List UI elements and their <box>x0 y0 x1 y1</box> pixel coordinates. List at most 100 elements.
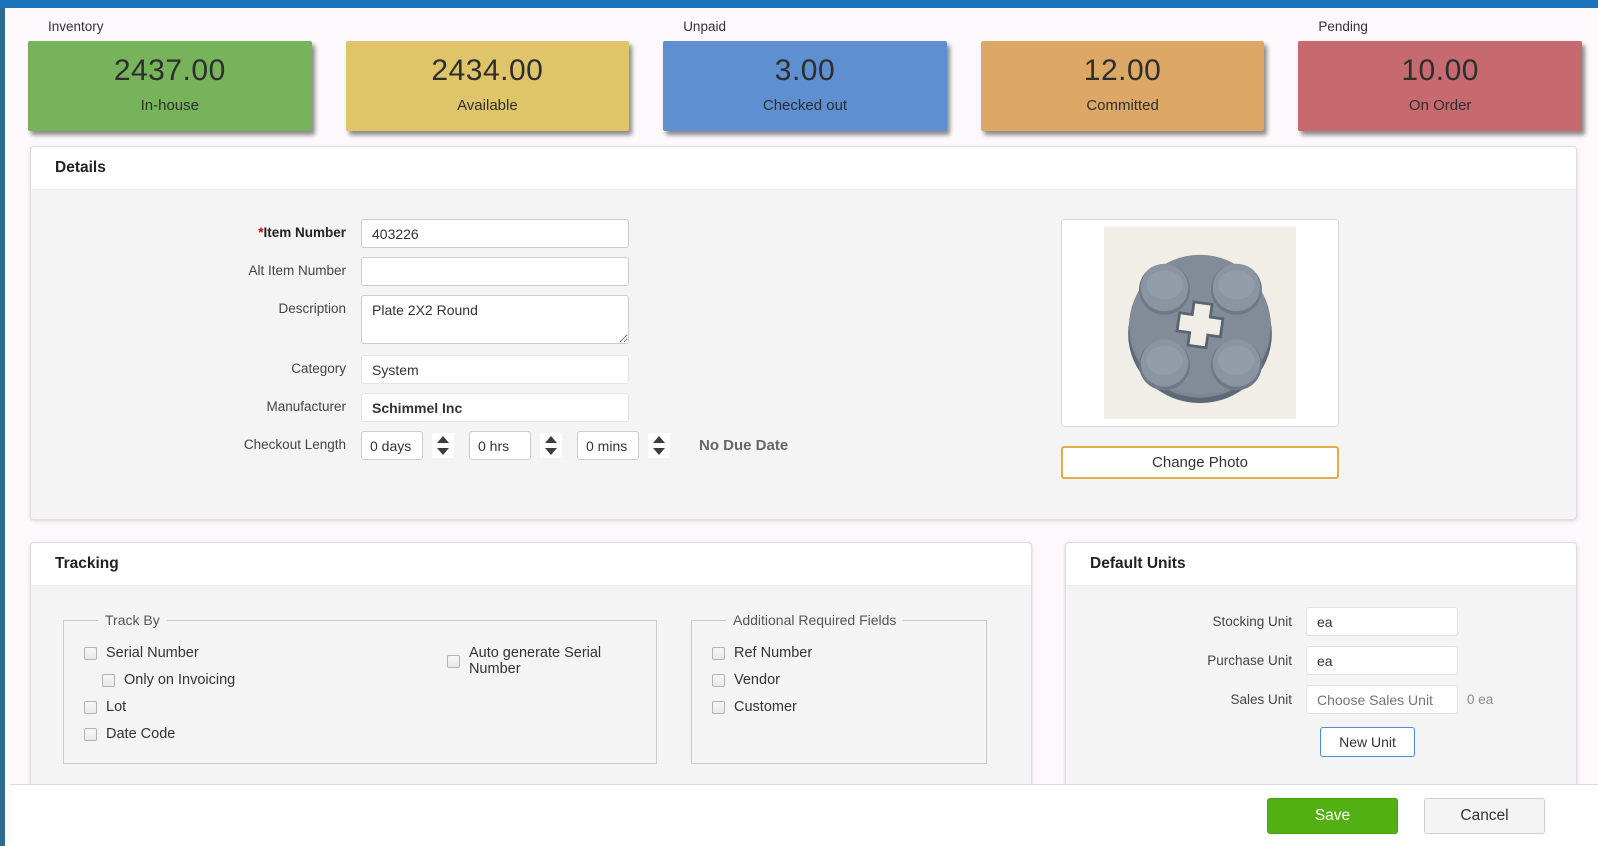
spin-down-icon[interactable] <box>545 448 557 455</box>
sales-unit-input[interactable] <box>1306 685 1458 714</box>
stat-col-committed: 12.00 Committed <box>981 14 1265 131</box>
stat-cards-row: Inventory 2437.00 In-house 2434.00 Avail… <box>5 8 1598 131</box>
alt-item-number-row: Alt Item Number <box>31 257 791 286</box>
lot-option[interactable]: Lot <box>84 699 126 715</box>
minutes-stepper <box>577 431 670 460</box>
lot-label: Lot <box>106 699 126 715</box>
tracking-body: Track By Serial Number Auto generate Ser… <box>31 586 1031 802</box>
date-code-option[interactable]: Date Code <box>84 726 175 742</box>
stat-card-committed: 12.00 Committed <box>981 41 1265 131</box>
cancel-button[interactable]: Cancel <box>1424 798 1545 834</box>
stat-card-onorder: 10.00 On Order <box>1298 41 1582 131</box>
stat-value: 10.00 <box>1298 41 1582 88</box>
customer-option[interactable]: Customer <box>712 699 797 715</box>
stat-value: 2434.00 <box>346 41 630 88</box>
sales-unit-label: Sales Unit <box>1066 692 1306 707</box>
spin-up-icon[interactable] <box>437 436 449 443</box>
stat-value: 3.00 <box>663 41 947 88</box>
ref-number-option[interactable]: Ref Number <box>712 645 812 661</box>
spin-up-icon[interactable] <box>545 436 557 443</box>
stocking-unit-label: Stocking Unit <box>1066 614 1306 629</box>
category-row: Category <box>31 355 791 384</box>
spin-up-icon[interactable] <box>653 436 665 443</box>
details-form: *Item Number Alt Item Number Description… <box>31 219 791 479</box>
lot-checkbox[interactable] <box>84 701 97 714</box>
new-unit-button[interactable]: New Unit <box>1320 727 1415 757</box>
track-by-fieldset: Track By Serial Number Auto generate Ser… <box>63 612 657 764</box>
item-photo-frame <box>1061 219 1339 427</box>
details-body: *Item Number Alt Item Number Description… <box>31 190 1576 519</box>
vendor-row: Vendor <box>712 672 986 688</box>
group-label-empty <box>981 14 1265 41</box>
item-number-input[interactable] <box>361 219 629 248</box>
days-spin-buttons <box>432 433 454 458</box>
details-panel-title: Details <box>31 147 1576 190</box>
no-due-date-note: No Due Date <box>699 437 788 454</box>
additional-required-fieldset: Additional Required Fields Ref Number Ve… <box>691 612 987 764</box>
stat-label: Available <box>346 88 630 114</box>
manufacturer-input[interactable] <box>361 393 629 422</box>
top-accent-bar <box>0 0 1598 8</box>
serial-number-row: Serial Number Auto generate Serial Numbe… <box>84 645 656 661</box>
only-on-invoicing-checkbox[interactable] <box>102 674 115 687</box>
customer-checkbox[interactable] <box>712 701 725 714</box>
alt-item-number-input[interactable] <box>361 257 629 286</box>
checkout-length-row: Checkout Length <box>31 431 791 460</box>
spin-down-icon[interactable] <box>653 448 665 455</box>
purchase-unit-label: Purchase Unit <box>1066 653 1306 668</box>
second-row: Tracking Track By Serial Number Auto gen… <box>30 542 1577 803</box>
hours-input[interactable] <box>469 431 531 460</box>
description-label: Description <box>31 295 361 316</box>
category-input[interactable] <box>361 355 629 384</box>
only-on-invoicing-row: Only on Invoicing <box>84 672 656 688</box>
description-textarea[interactable]: Plate 2X2 Round <box>361 295 629 344</box>
minutes-input[interactable] <box>577 431 639 460</box>
date-code-checkbox[interactable] <box>84 728 97 741</box>
vendor-label: Vendor <box>734 672 780 688</box>
vendor-checkbox[interactable] <box>712 674 725 687</box>
stat-label: On Order <box>1298 88 1582 114</box>
hours-spin-buttons <box>540 433 562 458</box>
save-button[interactable]: Save <box>1267 798 1398 834</box>
serial-number-checkbox[interactable] <box>84 647 97 660</box>
default-units-panel: Default Units Stocking Unit Purchase Uni… <box>1065 542 1577 789</box>
group-label-unpaid: Unpaid <box>663 14 947 41</box>
group-label-empty <box>346 14 630 41</box>
purchase-unit-input[interactable] <box>1306 646 1458 675</box>
details-panel: Details *Item Number Alt Item Number Des… <box>30 146 1577 520</box>
stat-col-checkedout: Unpaid 3.00 Checked out <box>663 14 947 131</box>
stat-value: 12.00 <box>981 41 1265 88</box>
spin-down-icon[interactable] <box>437 448 449 455</box>
default-units-title: Default Units <box>1066 543 1576 586</box>
tracking-panel-title: Tracking <box>31 543 1031 586</box>
only-on-invoicing-label: Only on Invoicing <box>124 672 235 688</box>
checkout-length-label: Checkout Length <box>31 431 361 452</box>
days-input[interactable] <box>361 431 423 460</box>
stat-label: Checked out <box>663 88 947 114</box>
serial-number-option[interactable]: Serial Number <box>84 645 199 661</box>
item-number-label: *Item Number <box>31 219 361 240</box>
stat-card-available: 2434.00 Available <box>346 41 630 131</box>
stat-col-available: 2434.00 Available <box>346 14 630 131</box>
stocking-unit-row: Stocking Unit <box>1066 607 1576 636</box>
category-label: Category <box>31 355 361 376</box>
ref-number-checkbox[interactable] <box>712 647 725 660</box>
stat-label: Committed <box>981 88 1265 114</box>
stat-label: In-house <box>28 88 312 114</box>
ref-number-row: Ref Number <box>712 645 986 661</box>
auto-generate-checkbox[interactable] <box>447 655 460 668</box>
stat-value: 2437.00 <box>28 41 312 88</box>
only-on-invoicing-option[interactable]: Only on Invoicing <box>102 672 235 688</box>
vendor-option[interactable]: Vendor <box>712 672 780 688</box>
tracking-panel: Tracking Track By Serial Number Auto gen… <box>30 542 1032 803</box>
manufacturer-row: Manufacturer <box>31 393 791 422</box>
ref-number-label: Ref Number <box>734 645 812 661</box>
purchase-unit-row: Purchase Unit <box>1066 646 1576 675</box>
change-photo-button[interactable]: Change Photo <box>1061 446 1339 479</box>
track-by-legend: Track By <box>98 612 167 628</box>
page-content: Inventory 2437.00 In-house 2434.00 Avail… <box>5 8 1598 846</box>
stocking-unit-input[interactable] <box>1306 607 1458 636</box>
item-photo-column: Change Photo <box>1061 219 1339 479</box>
stat-card-inhouse: 2437.00 In-house <box>28 41 312 131</box>
customer-row: Customer <box>712 699 986 715</box>
